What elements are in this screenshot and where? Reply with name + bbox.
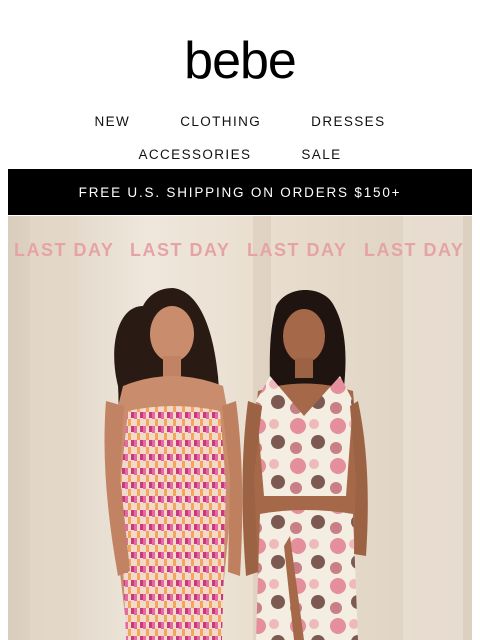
shipping-promo-text: FREE U.S. SHIPPING ON ORDERS $150+ (78, 184, 402, 200)
logo-text: bebe (184, 38, 296, 86)
brand-logo-link[interactable]: bebe (0, 38, 480, 86)
last-day-text: LAST DAY (247, 240, 347, 260)
nav-link-sale[interactable]: SALE (301, 147, 341, 162)
secondary-nav: ACCESSORIES SALE (0, 147, 480, 162)
nav-link-accessories[interactable]: ACCESSORIES (138, 147, 251, 162)
last-day-text: LAST DAY (14, 240, 114, 260)
last-day-text: LAST DAY (364, 240, 464, 260)
nav-link-dresses[interactable]: DRESSES (311, 114, 385, 129)
nav-link-clothing[interactable]: CLOTHING (180, 114, 261, 129)
primary-nav: NEW CLOTHING DRESSES (0, 114, 480, 129)
hero-image: LAST DAY LAST DAY LAST DAY LAST DAY (8, 216, 472, 640)
shipping-promo-bar[interactable]: FREE U.S. SHIPPING ON ORDERS $150+ (8, 169, 472, 215)
hero-banner[interactable]: LAST DAY LAST DAY LAST DAY LAST DAY (8, 216, 472, 640)
nav-link-new[interactable]: NEW (95, 114, 131, 129)
brand-logo: bebe (184, 38, 297, 86)
last-day-text: LAST DAY (130, 240, 230, 260)
